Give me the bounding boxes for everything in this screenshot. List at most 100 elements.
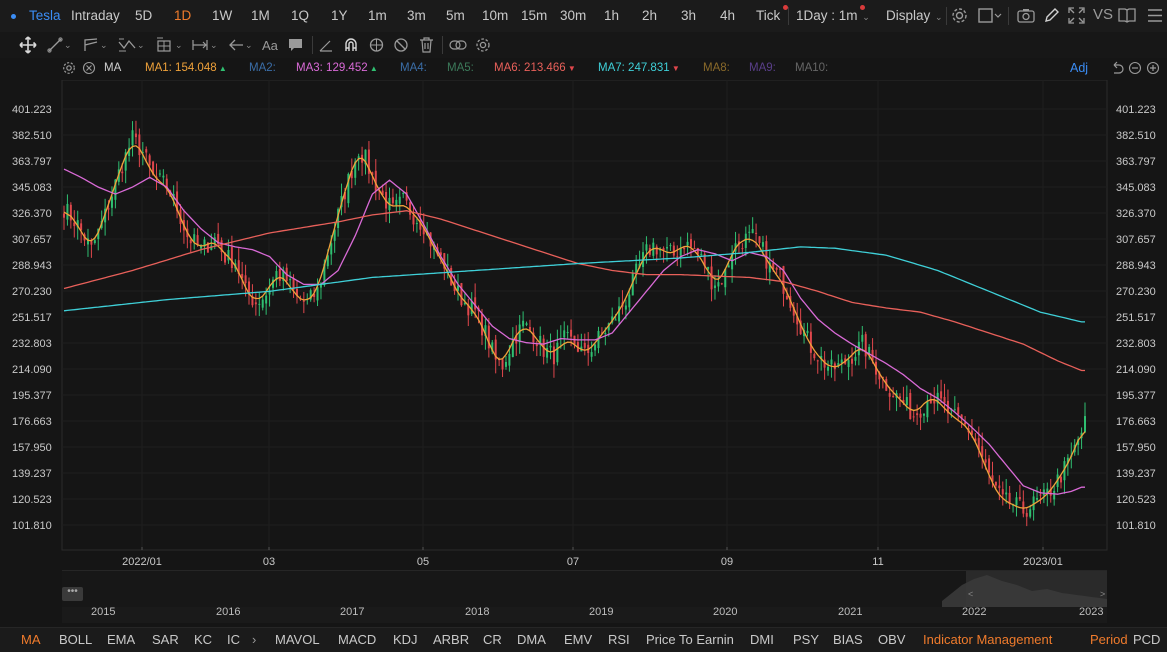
indicator-tab-pe[interactable]: Price To Earnin: [646, 632, 734, 647]
symbol-label[interactable]: Tesla: [29, 8, 61, 23]
period-1m-month[interactable]: 1M: [251, 8, 270, 23]
trend-line-tool[interactable]: ⌄: [47, 35, 72, 55]
camera-icon[interactable]: [1017, 8, 1035, 26]
book-icon[interactable]: [1118, 7, 1136, 27]
indicator-tab-ic[interactable]: IC: [227, 632, 240, 647]
hide-drawings-icon[interactable]: [393, 35, 409, 55]
candle-body-down: [765, 241, 768, 269]
y-tick-label-left: 326.370: [12, 208, 52, 220]
indicator-tab-kc[interactable]: KC: [194, 632, 212, 647]
period-4h[interactable]: 4h: [720, 8, 735, 23]
trash-icon[interactable]: [419, 35, 434, 55]
indicator-tab-boll[interactable]: BOLL: [59, 632, 92, 647]
navigator-right-handle[interactable]: >: [1100, 589, 1105, 599]
period-5min[interactable]: 5m: [446, 8, 465, 23]
indicator-tab-bias[interactable]: BIAS: [833, 632, 863, 647]
period-10min[interactable]: 10m: [482, 8, 508, 23]
channel-tool[interactable]: ⌄: [83, 35, 108, 55]
compare-vs-button[interactable]: VS: [1093, 6, 1113, 23]
indicator-management-link[interactable]: Indicator Management: [923, 632, 1052, 647]
ma3-label: MA3:: [296, 62, 323, 74]
candlestick-chart[interactable]: 401.223 401.223 382.510 382.510 363.797 363.7…: [0, 79, 1167, 570]
link-icon[interactable]: [449, 35, 467, 55]
period-5d[interactable]: 5D: [135, 8, 152, 23]
crosshair-move-icon[interactable]: [19, 35, 37, 55]
settings-icon[interactable]: [951, 7, 968, 27]
candle-body-up: [289, 279, 292, 281]
indicator-tab-ema[interactable]: EMA: [107, 632, 135, 647]
ma-close-icon[interactable]: [82, 61, 96, 78]
drawing-toolbar: ⌄ ⌄ ⌄ ⌄ ⌄ ⌄ Aa: [0, 32, 1167, 58]
display-menu[interactable]: Display ⌄: [886, 8, 943, 23]
indicator-tabs: MA BOLL EMA SAR KC IC › MAVOL MACD KDJ A…: [0, 627, 1167, 652]
period-1w[interactable]: 1W: [212, 8, 232, 23]
y-tick-label-right: 157.950: [1116, 442, 1156, 454]
period-3min[interactable]: 3m: [407, 8, 426, 23]
chevron-right-icon[interactable]: ›: [252, 632, 256, 647]
period-3h[interactable]: 3h: [681, 8, 696, 23]
indicator-tab-sar[interactable]: SAR: [152, 632, 179, 647]
undo-icon[interactable]: [1110, 61, 1124, 78]
indicator-tab-ma[interactable]: MA: [21, 632, 41, 647]
text-tool-icon[interactable]: Aa: [262, 35, 278, 55]
indicator-tab-dma[interactable]: DMA: [517, 632, 546, 647]
divider: [312, 36, 313, 54]
pencil-icon[interactable]: [1043, 7, 1060, 27]
period-1q[interactable]: 1Q: [291, 8, 309, 23]
candle-body-up: [227, 250, 230, 261]
indicator-tab-mavol[interactable]: MAVOL: [275, 632, 320, 647]
price-chart-area[interactable]: 401.223 401.223 382.510 382.510 363.797 363.7…: [0, 79, 1167, 570]
navigator-left-handle[interactable]: <: [968, 589, 973, 599]
zigzag-tool[interactable]: ⌄: [118, 35, 145, 55]
indicator-tab-obv[interactable]: OBV: [878, 632, 905, 647]
eye-toggle-icon[interactable]: [368, 35, 385, 55]
ruler-icon[interactable]: [318, 35, 334, 55]
period-1min[interactable]: 1m: [368, 8, 387, 23]
candle-body-up: [751, 229, 754, 234]
period-1h[interactable]: 1h: [604, 8, 619, 23]
comment-tool-icon[interactable]: [288, 35, 303, 55]
candle-body-up: [624, 305, 627, 310]
indicator-tab-arbr[interactable]: ARBR: [433, 632, 469, 647]
ma-settings-icon[interactable]: [62, 61, 76, 78]
zoom-in-icon[interactable]: [1146, 61, 1160, 78]
period-intraday[interactable]: Intraday: [71, 8, 120, 23]
indicator-tab-dmi[interactable]: DMI: [750, 632, 774, 647]
period-1y[interactable]: 1Y: [331, 8, 348, 23]
candle-body-down: [302, 300, 305, 302]
navigator-drag-handle-icon[interactable]: •••: [62, 587, 83, 601]
indicator-tab-cr[interactable]: CR: [483, 632, 502, 647]
ma3-item: MA3: 129.452 ▲: [296, 62, 378, 74]
magnet-icon[interactable]: [343, 35, 359, 55]
candle-body-up: [953, 409, 956, 411]
menu-icon[interactable]: [1147, 7, 1163, 27]
measure-tool[interactable]: ⌄: [191, 35, 218, 55]
arrow-tool[interactable]: ⌄: [228, 35, 253, 55]
zoom-out-icon[interactable]: [1128, 61, 1142, 78]
period-tick[interactable]: Tick: [756, 8, 780, 23]
fibonacci-tool[interactable]: ⌄: [156, 35, 183, 55]
period-30min[interactable]: 30m: [560, 8, 586, 23]
period-2h[interactable]: 2h: [642, 8, 657, 23]
indicator-tab-macd[interactable]: MACD: [338, 632, 376, 647]
indicator-tab-psy[interactable]: PSY: [793, 632, 819, 647]
indicator-tab-emv[interactable]: EMV: [564, 632, 592, 647]
ma9-item: MA9:: [749, 62, 776, 74]
y-tick-label-left: 176.663: [12, 416, 52, 428]
candle-body-up: [727, 265, 730, 268]
ma1-label: MA1:: [145, 62, 172, 74]
indicator-tab-kdj[interactable]: KDJ: [393, 632, 418, 647]
period-1d[interactable]: 1D: [174, 8, 191, 23]
interval-selector[interactable]: 1Day : 1m ⌄: [796, 8, 870, 23]
adj-button[interactable]: Adj: [1070, 61, 1088, 75]
period-15min[interactable]: 15m: [521, 8, 547, 23]
layout-icon[interactable]: [978, 7, 1002, 27]
drawing-settings-icon[interactable]: [475, 35, 491, 55]
indicator-tab-rsi[interactable]: RSI: [608, 632, 630, 647]
period-button[interactable]: Period: [1090, 632, 1128, 647]
x-tick-label: 2023/01: [1023, 556, 1063, 568]
candle-body-down: [1025, 512, 1028, 517]
fullscreen-icon[interactable]: [1068, 7, 1085, 27]
candle-body-up: [1029, 509, 1032, 517]
pcd-button[interactable]: PCD: [1133, 632, 1160, 647]
